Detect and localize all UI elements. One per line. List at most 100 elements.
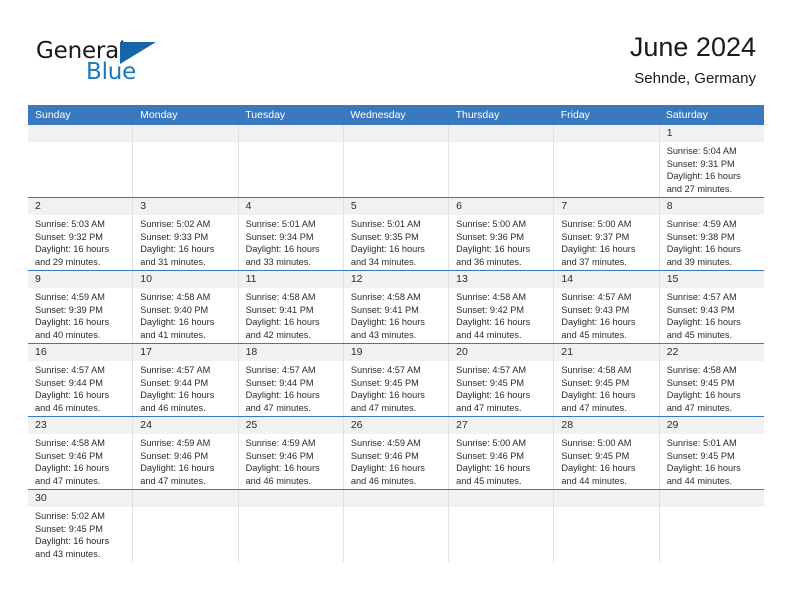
calendar-week-row: 2 3 4 5 6 7 8 Sunrise: 5:03 AM Sunset: 9:32 PM Da… [28, 197, 764, 270]
day-number[interactable]: 6 [448, 198, 553, 215]
day-number[interactable]: 1 [658, 125, 764, 142]
day-number[interactable]: 19 [342, 344, 448, 361]
day-cell[interactable]: Sunrise: 5:02 AM Sunset: 9:45 PM Daylight:… [28, 507, 132, 562]
daylight-text-line1: Daylight: 16 hours [350, 390, 425, 401]
day-number[interactable]: 10 [132, 271, 237, 288]
daylight-text-line2: and 27 minutes. [666, 183, 733, 194]
day-number[interactable]: 18 [237, 344, 343, 361]
daylight-text-line1: Daylight: 16 hours [666, 171, 741, 182]
day-number[interactable]: 12 [342, 271, 448, 288]
day-cell[interactable]: Sunrise: 4:59 AM Sunset: 9:38 PM Daylight:… [658, 215, 764, 270]
day-cell[interactable]: Sunrise: 5:01 AM Sunset: 9:35 PM Daylight:… [342, 215, 448, 270]
calendar-week-row: 16 17 18 19 20 21 22 Sunrise: 4:57 AM Sunset: 9:… [28, 343, 764, 416]
day-cell[interactable]: Sunrise: 5:03 AM Sunset: 9:32 PM Daylight:… [28, 215, 132, 270]
date-number-band: 30 [28, 490, 764, 507]
day-cell[interactable]: Sunrise: 4:58 AM Sunset: 9:46 PM Daylight:… [28, 434, 132, 489]
day-number[interactable]: 8 [658, 198, 764, 215]
day-number[interactable]: 13 [448, 271, 553, 288]
day-cell[interactable]: Sunrise: 5:04 AM Sunset: 9:31 PM Daylight:… [658, 142, 764, 197]
day-cell[interactable]: Sunrise: 4:58 AM Sunset: 9:41 PM Daylight:… [237, 288, 343, 343]
day-cell[interactable]: Sunrise: 4:58 AM Sunset: 9:42 PM Daylight:… [448, 288, 553, 343]
weekday-header-row: Sunday Monday Tuesday Wednesday Thursday Frid… [28, 105, 764, 125]
day-cell[interactable]: Sunrise: 4:57 AM Sunset: 9:43 PM Daylight:… [658, 288, 764, 343]
day-number[interactable]: 22 [658, 344, 764, 361]
calendar-week-row: 1 Sunrise: 5:04 AM Sunset: 9:31 PM Daylight… [28, 125, 764, 197]
day-number[interactable]: 9 [28, 271, 132, 288]
sunset-text: Sunset: 9:40 PM [140, 304, 209, 315]
day-cell[interactable]: Sunrise: 4:58 AM Sunset: 9:40 PM Daylight:… [132, 288, 237, 343]
day-number[interactable]: 30 [28, 490, 132, 507]
day-cell[interactable]: Sunrise: 4:57 AM Sunset: 9:44 PM Daylight:… [28, 361, 132, 416]
date-detail-band: Sunrise: 4:57 AM Sunset: 9:44 PM Daylight:… [28, 361, 764, 416]
day-cell[interactable]: Sunrise: 5:00 AM Sunset: 9:37 PM Daylight:… [553, 215, 658, 270]
day-cell[interactable]: Sunrise: 5:00 AM Sunset: 9:45 PM Daylight:… [553, 434, 658, 489]
empty-day-cell [237, 142, 343, 197]
day-cell[interactable]: Sunrise: 4:58 AM Sunset: 9:41 PM Daylight:… [342, 288, 448, 343]
day-cell[interactable]: Sunrise: 4:59 AM Sunset: 9:39 PM Daylight:… [28, 288, 132, 343]
sunrise-text: Sunrise: 5:01 AM [245, 219, 316, 229]
day-cell[interactable]: Sunrise: 4:57 AM Sunset: 9:44 PM Daylight:… [132, 361, 237, 416]
daylight-text-line2: and 40 minutes. [35, 329, 101, 340]
day-number[interactable]: 21 [553, 344, 658, 361]
day-cell[interactable]: Sunrise: 5:01 AM Sunset: 9:45 PM Daylight:… [658, 434, 764, 489]
daylight-text-line2: and 41 minutes. [140, 329, 206, 340]
day-cell[interactable]: Sunrise: 4:59 AM Sunset: 9:46 PM Daylight:… [342, 434, 448, 489]
sunset-text: Sunset: 9:33 PM [140, 231, 209, 242]
daylight-text-line2: and 37 minutes. [561, 256, 627, 267]
calendar-week-row: 23 24 25 26 27 28 29 Sunrise: 4:58 AM Sunset: 9:… [28, 416, 764, 489]
day-number[interactable]: 15 [658, 271, 764, 288]
day-number[interactable]: 25 [237, 417, 343, 434]
daylight-text-line1: Daylight: 16 hours [561, 463, 636, 474]
day-cell[interactable]: Sunrise: 4:57 AM Sunset: 9:45 PM Daylight:… [342, 361, 448, 416]
daylight-text-line1: Daylight: 16 hours [666, 317, 741, 328]
day-cell[interactable]: Sunrise: 4:59 AM Sunset: 9:46 PM Daylight:… [132, 434, 237, 489]
day-number[interactable]: 5 [342, 198, 448, 215]
weekday-header-friday: Friday [560, 109, 590, 121]
sunset-text: Sunset: 9:37 PM [561, 231, 630, 242]
day-number[interactable]: 27 [448, 417, 553, 434]
day-cell[interactable]: Sunrise: 5:00 AM Sunset: 9:36 PM Daylight:… [448, 215, 553, 270]
day-number[interactable]: 7 [553, 198, 658, 215]
empty-day-number [342, 490, 448, 507]
calendar-grid: Sunday Monday Tuesday Wednesday Thursday Frid… [28, 105, 764, 562]
empty-day-number [448, 125, 553, 142]
sunset-text: Sunset: 9:43 PM [561, 304, 630, 315]
day-number[interactable]: 17 [132, 344, 237, 361]
day-cell[interactable]: Sunrise: 4:59 AM Sunset: 9:46 PM Daylight:… [237, 434, 343, 489]
daylight-text-line1: Daylight: 16 hours [666, 390, 741, 401]
sunset-text: Sunset: 9:42 PM [456, 304, 525, 315]
daylight-text-line1: Daylight: 16 hours [456, 317, 531, 328]
day-number[interactable]: 4 [237, 198, 343, 215]
day-cell[interactable]: Sunrise: 5:02 AM Sunset: 9:33 PM Daylight:… [132, 215, 237, 270]
sunset-text: Sunset: 9:45 PM [666, 450, 735, 461]
sunrise-text: Sunrise: 4:57 AM [35, 365, 105, 375]
day-number[interactable]: 23 [28, 417, 132, 434]
day-number[interactable]: 2 [28, 198, 132, 215]
day-cell[interactable]: Sunrise: 4:58 AM Sunset: 9:45 PM Daylight:… [658, 361, 764, 416]
day-cell[interactable]: Sunrise: 5:00 AM Sunset: 9:46 PM Daylight:… [448, 434, 553, 489]
sunrise-text: Sunrise: 4:59 AM [350, 438, 421, 448]
sunrise-text: Sunrise: 4:57 AM [350, 365, 421, 375]
day-cell[interactable]: Sunrise: 4:57 AM Sunset: 9:45 PM Daylight:… [448, 361, 553, 416]
day-cell[interactable]: Sunrise: 4:57 AM Sunset: 9:44 PM Daylight:… [237, 361, 343, 416]
day-number[interactable]: 28 [553, 417, 658, 434]
day-number[interactable]: 20 [448, 344, 553, 361]
day-number[interactable]: 24 [132, 417, 237, 434]
daylight-text-line1: Daylight: 16 hours [35, 463, 110, 474]
day-number[interactable]: 3 [132, 198, 237, 215]
empty-day-cell [342, 142, 448, 197]
day-number[interactable]: 29 [658, 417, 764, 434]
daylight-text-line2: and 45 minutes. [456, 475, 522, 486]
daylight-text-line1: Daylight: 16 hours [456, 463, 531, 474]
day-cell[interactable]: Sunrise: 5:01 AM Sunset: 9:34 PM Daylight:… [237, 215, 343, 270]
sunset-text: Sunset: 9:45 PM [35, 523, 103, 534]
day-number[interactable]: 26 [342, 417, 448, 434]
generalblue-logo[interactable]: General Blue [36, 38, 176, 90]
day-number[interactable]: 16 [28, 344, 132, 361]
weekday-header-wednesday: Wednesday [350, 109, 406, 121]
sunrise-text: Sunrise: 4:58 AM [666, 365, 737, 375]
day-cell[interactable]: Sunrise: 4:58 AM Sunset: 9:45 PM Daylight:… [553, 361, 658, 416]
day-cell[interactable]: Sunrise: 4:57 AM Sunset: 9:43 PM Daylight:… [553, 288, 658, 343]
day-number[interactable]: 14 [553, 271, 658, 288]
day-number[interactable]: 11 [237, 271, 343, 288]
